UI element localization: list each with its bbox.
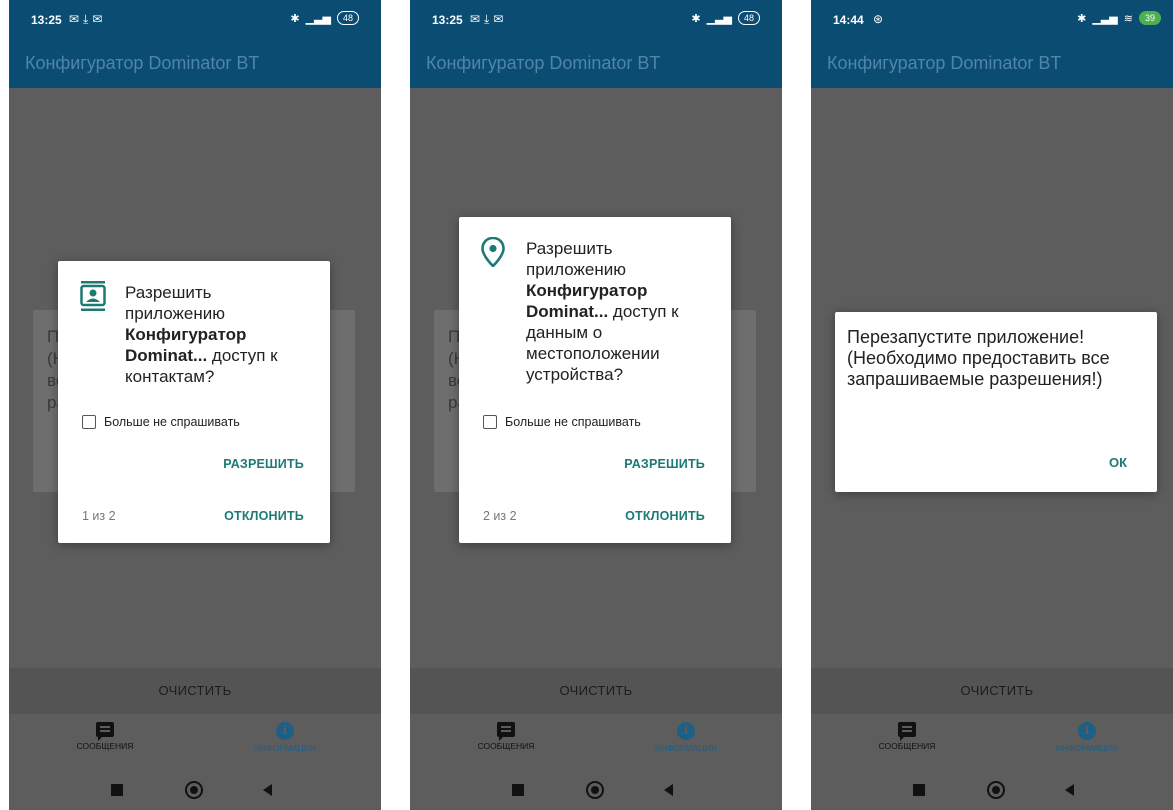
dont-ask-again-label: Больше не спрашивать	[104, 415, 240, 429]
permission-text-before: Разрешить приложению	[526, 239, 626, 279]
clear-button[interactable]: ОЧИСТИТЬ	[811, 668, 1173, 714]
clear-button[interactable]: ОЧИСТИТЬ	[9, 668, 381, 714]
back-button[interactable]	[263, 784, 272, 796]
signal-icon: ▁▃▅	[706, 12, 732, 25]
signal-icon: ▁▃▅	[305, 12, 331, 25]
bottom-navigation: СООБЩЕНИЯ i ИНФОРМАЦИЯ	[410, 714, 782, 770]
home-button[interactable]	[987, 781, 1005, 799]
permission-dialog: Разрешить приложению Конфигуратор Domina…	[459, 217, 731, 543]
permission-counter: 1 из 2	[82, 509, 116, 523]
notification-icons: ✉⤓✉	[470, 12, 508, 26]
status-bar: 14:44 ⊛ ✱ ▁▃▅ ≋ 39	[811, 0, 1173, 40]
status-bar: 13:25 ✉⤓✉ ✱ ▁▃▅ 48	[9, 0, 381, 40]
system-navigation	[9, 770, 381, 810]
phone-screen-2: 13:25 ✉⤓✉ ✱ ▁▃▅ 48 Конфигуратор Dominato…	[410, 0, 782, 810]
back-button[interactable]	[664, 784, 673, 796]
permission-counter: 2 из 2	[483, 509, 517, 523]
dont-ask-again-checkbox[interactable]	[82, 415, 96, 429]
nav-info-label: ИНФОРМАЦИЯ	[654, 743, 718, 753]
bluetooth-icon: ✱	[290, 12, 300, 25]
bottom-navigation: СООБЩЕНИЯ i ИНФОРМАЦИЯ	[9, 714, 381, 770]
permission-text-before: Разрешить приложению	[125, 283, 225, 323]
status-icons: ✱ ▁▃▅ 48	[290, 11, 359, 25]
dont-ask-again-checkbox[interactable]	[483, 415, 497, 429]
contacts-icon	[80, 281, 106, 316]
bluetooth-icon: ✱	[1077, 12, 1087, 25]
nav-messages-label: СООБЩЕНИЯ	[76, 741, 134, 751]
recents-button[interactable]	[512, 784, 524, 796]
nav-messages[interactable]: СООБЩЕНИЯ	[35, 722, 175, 751]
allow-button[interactable]: РАЗРЕШИТЬ	[624, 457, 705, 471]
alert-message: Перезапустите приложение! (Необходимо пр…	[847, 327, 1110, 389]
dont-ask-again-row[interactable]: Больше не спрашивать	[82, 415, 240, 429]
nav-messages-label: СООБЩЕНИЯ	[878, 741, 936, 751]
battery-icon: 48	[336, 11, 359, 25]
wifi-icon: ≋	[1123, 12, 1133, 25]
dont-ask-again-row[interactable]: Больше не спрашивать	[483, 415, 641, 429]
nav-info-label: ИНФОРМАЦИЯ	[253, 743, 317, 753]
back-button[interactable]	[1065, 784, 1074, 796]
app-bar: Конфигуратор Dominator BT	[9, 40, 381, 88]
deny-button[interactable]: ОТКЛОНИТЬ	[625, 509, 705, 523]
nav-info[interactable]: i ИНФОРМАЦИЯ	[616, 722, 756, 753]
clear-button[interactable]: ОЧИСТИТЬ	[410, 668, 782, 714]
restart-alert-dialog: Перезапустите приложение! (Необходимо пр…	[835, 312, 1157, 492]
status-time: 14:44	[833, 13, 864, 27]
app-bar: Конфигуратор Dominator BT	[410, 40, 782, 88]
bottom-navigation: СООБЩЕНИЯ i ИНФОРМАЦИЯ	[811, 714, 1173, 770]
signal-icon: ▁▃▅	[1092, 12, 1118, 25]
permission-message: Разрешить приложению Конфигуратор Domina…	[125, 282, 310, 387]
info-icon: i	[677, 722, 695, 740]
recents-button[interactable]	[913, 784, 925, 796]
home-button[interactable]	[185, 781, 203, 799]
nav-messages-label: СООБЩЕНИЯ	[477, 741, 535, 751]
bluetooth-icon: ✱	[691, 12, 701, 25]
nav-info-label: ИНФОРМАЦИЯ	[1055, 743, 1119, 753]
permission-message: Разрешить приложению Конфигуратор Domina…	[526, 238, 691, 385]
battery-icon: 48	[737, 11, 760, 25]
status-time: 13:25	[31, 13, 62, 27]
app-bar: Конфигуратор Dominator BT	[811, 40, 1173, 88]
info-icon: i	[276, 722, 294, 740]
notification-icons: ✉⤓✉	[69, 12, 107, 26]
message-icon	[898, 722, 916, 741]
message-icon	[497, 722, 515, 741]
info-icon: i	[1078, 722, 1096, 740]
nav-info[interactable]: i ИНФОРМАЦИЯ	[215, 722, 355, 753]
phone-screen-3: 14:44 ⊛ ✱ ▁▃▅ ≋ 39 Конфигуратор Dominato…	[811, 0, 1173, 810]
system-navigation	[811, 770, 1173, 810]
message-icon	[96, 722, 114, 741]
ok-button[interactable]: ОК	[1109, 455, 1127, 470]
notification-icons: ⊛	[873, 12, 888, 26]
app-title: Конфигуратор Dominator BT	[827, 53, 1062, 73]
status-bar: 13:25 ✉⤓✉ ✱ ▁▃▅ 48	[410, 0, 782, 40]
status-icons: ✱ ▁▃▅ 48	[691, 11, 760, 25]
nav-messages[interactable]: СООБЩЕНИЯ	[436, 722, 576, 751]
app-title: Конфигуратор Dominator BT	[426, 53, 661, 73]
battery-icon: 39	[1138, 11, 1161, 25]
permission-dialog: Разрешить приложению Конфигуратор Domina…	[58, 261, 330, 543]
app-title: Конфигуратор Dominator BT	[25, 53, 260, 73]
phone-screen-1: 13:25 ✉⤓✉ ✱ ▁▃▅ 48 Конфигуратор Dominato…	[9, 0, 381, 810]
nav-messages[interactable]: СООБЩЕНИЯ	[837, 722, 977, 751]
status-icons: ✱ ▁▃▅ ≋ 39	[1077, 11, 1161, 25]
home-button[interactable]	[586, 781, 604, 799]
dont-ask-again-label: Больше не спрашивать	[505, 415, 641, 429]
nav-info[interactable]: i ИНФОРМАЦИЯ	[1017, 722, 1157, 753]
system-navigation	[410, 770, 782, 810]
status-time: 13:25	[432, 13, 463, 27]
allow-button[interactable]: РАЗРЕШИТЬ	[223, 457, 304, 471]
deny-button[interactable]: ОТКЛОНИТЬ	[224, 509, 304, 523]
location-pin-icon	[481, 236, 505, 272]
recents-button[interactable]	[111, 784, 123, 796]
